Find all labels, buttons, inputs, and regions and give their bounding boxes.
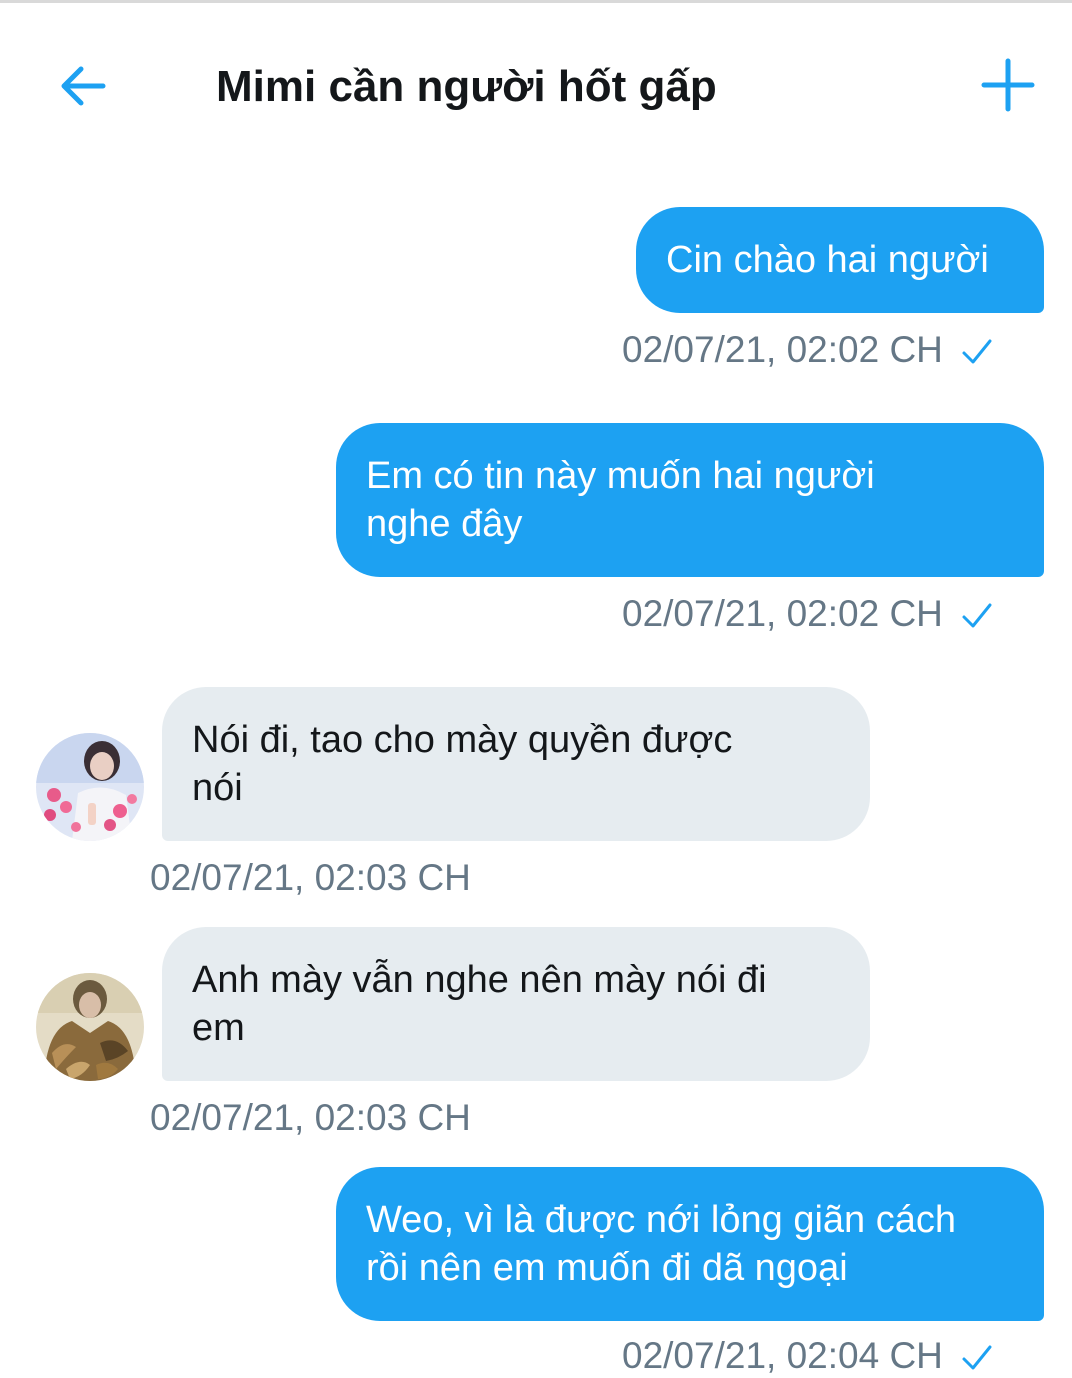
message-bubble-outgoing[interactable]: Weo, vì là được nới lỏng giãn cách rồi n… [336, 1167, 1044, 1321]
message-text: Cin chào hai người [666, 239, 989, 281]
message-text: Nói đi, tao cho mày quyền được nói [192, 719, 733, 809]
checkmark-icon [962, 339, 992, 364]
message-text: Weo, vì là được nới lỏng giãn cách rồi n… [366, 1199, 956, 1289]
avatar-pink-hearts [36, 733, 144, 841]
back-button[interactable] [52, 55, 114, 117]
arrow-left-icon [61, 66, 106, 106]
message-timestamp: 02/07/21, 02:03 CH [150, 857, 471, 898]
checkmark-icon [962, 603, 992, 628]
conversation-header: Mimi cần người hốt gấp [0, 3, 1072, 163]
message-text: Em có tin này muốn hai người nghe đây [366, 455, 875, 545]
plus-icon [981, 58, 1035, 112]
message-timestamp: 02/07/21, 02:04 CH [622, 1334, 993, 1378]
message-bubble-incoming[interactable]: Nói đi, tao cho mày quyền được nói [162, 687, 870, 841]
message-text: Anh mày vẫn nghe nên mày nói đi em [192, 959, 767, 1049]
add-participant-button[interactable] [976, 53, 1040, 117]
sender-avatar[interactable] [36, 733, 144, 841]
checkmark-icon [962, 1345, 992, 1370]
message-bubble-outgoing[interactable]: Em có tin này muốn hai người nghe đây [336, 423, 1044, 577]
message-timestamp: 02/07/21, 02:02 CH [622, 328, 993, 372]
message-timestamp: 02/07/21, 02:03 CH [150, 1097, 471, 1138]
sender-avatar[interactable] [36, 973, 144, 1081]
conversation-title: Mimi cần người hốt gấp [216, 62, 717, 111]
message-timestamp: 02/07/21, 02:02 CH [622, 592, 993, 636]
message-bubble-outgoing[interactable]: Cin chào hai người [636, 207, 1044, 313]
avatar-fur-coat [36, 973, 144, 1081]
message-bubble-incoming[interactable]: Anh mày vẫn nghe nên mày nói đi em [162, 927, 870, 1081]
